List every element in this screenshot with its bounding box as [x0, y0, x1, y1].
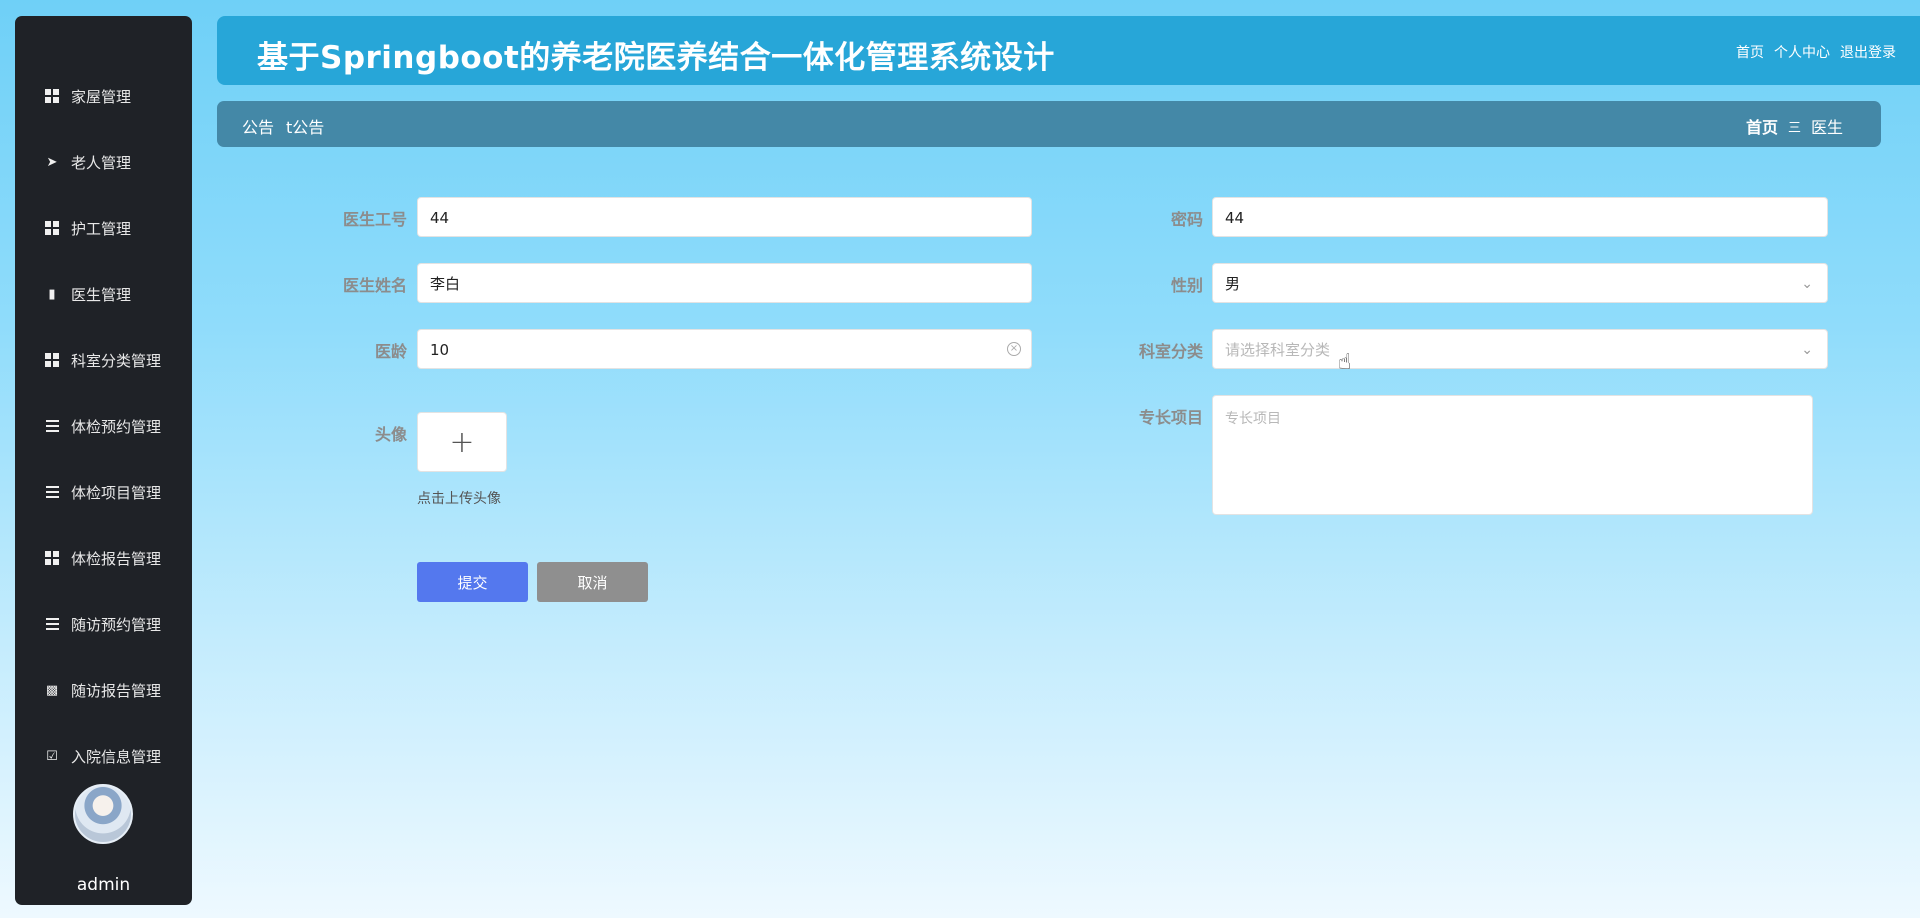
- grid-icon: [45, 89, 59, 103]
- department-select[interactable]: 请选择科室分类 ⌄: [1212, 329, 1828, 369]
- header: 基于Springboot的养老院医养结合一体化管理系统设计 首页 个人中心 退出…: [217, 16, 1920, 85]
- experience-label: 医龄: [374, 342, 407, 361]
- department-placeholder: 请选择科室分类: [1225, 341, 1331, 359]
- department-label: 科室分类: [1138, 342, 1203, 361]
- monitor-icon: ▩: [45, 682, 59, 698]
- upload-tip: 点击上传头像: [417, 491, 501, 507]
- specialty-textarea[interactable]: 专长项目: [1212, 395, 1813, 515]
- sidebar-item-label: 入院信息管理: [71, 747, 162, 766]
- sidebar-item-label: 体检报告管理: [71, 549, 162, 568]
- header-links: 首页 个人中心 退出登录: [1736, 42, 1896, 62]
- sidebar-item-label: 随访预约管理: [71, 615, 162, 634]
- notice: 公告 t公告: [242, 114, 336, 138]
- sidebar: 家屋管理 ➤ 老人管理 护工管理 ▮ 医生管理 科室分类管理 体检预约管理 体检…: [15, 16, 192, 905]
- sidebar-item-department[interactable]: 科室分类管理: [15, 327, 192, 393]
- doctor-id-input[interactable]: 44: [417, 197, 1032, 237]
- sidebar-item-label: 家屋管理: [71, 87, 132, 106]
- sidebar-item-label: 医生管理: [71, 285, 132, 304]
- breadcrumb-separator: 三: [1787, 120, 1801, 136]
- avatar-label: 头像: [374, 425, 407, 444]
- sidebar-item-followup-booking[interactable]: 随访预约管理: [15, 591, 192, 657]
- avatar[interactable]: [73, 784, 133, 844]
- breadcrumb: 首页 三 医生: [1746, 114, 1843, 138]
- hand-cursor-icon: ☝: [1338, 350, 1352, 375]
- sidebar-item-admission[interactable]: ☑ 入院信息管理: [15, 723, 192, 789]
- sidebar-item-checkup-items[interactable]: 体检项目管理: [15, 459, 192, 525]
- password-input[interactable]: 44: [1212, 197, 1828, 237]
- sidebar-item-label: 体检预约管理: [71, 417, 162, 436]
- notice-label: 公告: [242, 118, 275, 137]
- list-icon: [45, 485, 59, 499]
- gender-value: 男: [1225, 275, 1241, 293]
- specialty-label: 专长项目: [1138, 408, 1203, 427]
- clipboard-icon: ☑: [46, 748, 58, 764]
- sidebar-item-family[interactable]: 家屋管理: [15, 63, 192, 129]
- chevron-down-icon: ⌄: [1801, 342, 1813, 358]
- sidebar-item-label: 体检项目管理: [71, 483, 162, 502]
- breadcrumb-current: 医生: [1810, 118, 1843, 137]
- plus-icon: +: [449, 424, 475, 460]
- chevron-down-icon: ⌄: [1801, 276, 1813, 292]
- experience-input[interactable]: 10 ×: [417, 329, 1032, 369]
- password-label: 密码: [1170, 210, 1203, 229]
- sidebar-item-label: 老人管理: [71, 153, 132, 172]
- submit-button[interactable]: 提交: [417, 562, 528, 602]
- sliders-icon: [45, 419, 59, 433]
- page-title: 基于Springboot的养老院医养结合一体化管理系统设计: [257, 40, 1055, 76]
- sidebar-menu: 家屋管理 ➤ 老人管理 护工管理 ▮ 医生管理 科室分类管理 体检预约管理 体检…: [15, 16, 192, 789]
- clear-icon[interactable]: ×: [1007, 342, 1021, 356]
- sidebar-item-label: 随访报告管理: [71, 681, 162, 700]
- sidebar-item-caregiver[interactable]: 护工管理: [15, 195, 192, 261]
- sidebar-item-checkup-booking[interactable]: 体检预约管理: [15, 393, 192, 459]
- gender-label: 性别: [1170, 276, 1203, 295]
- sidebar-item-checkup-report[interactable]: 体检报告管理: [15, 525, 192, 591]
- doctor-id-value: 44: [430, 209, 450, 227]
- sidebar-item-doctor[interactable]: ▮ 医生管理: [15, 261, 192, 327]
- brush-icon: ▮: [48, 286, 56, 302]
- profile-link[interactable]: 个人中心: [1774, 42, 1830, 62]
- sidebar-item-followup-report[interactable]: ▩ 随访报告管理: [15, 657, 192, 723]
- grid-icon: [45, 353, 59, 367]
- sidebar-item-label: 科室分类管理: [71, 351, 162, 370]
- experience-value: 10: [430, 341, 450, 359]
- notice-text: t公告: [286, 118, 325, 137]
- gender-select[interactable]: 男 ⌄: [1212, 263, 1828, 303]
- doctor-id-label: 医生工号: [342, 210, 407, 229]
- home-link[interactable]: 首页: [1736, 42, 1764, 62]
- send-icon: ➤: [46, 154, 58, 170]
- doctor-name-label: 医生姓名: [342, 276, 407, 295]
- doctor-name-value: 李白: [430, 275, 461, 293]
- cancel-button[interactable]: 取消: [537, 562, 648, 602]
- notice-bar: 公告 t公告 首页 三 医生: [217, 101, 1881, 147]
- sidebar-item-label: 护工管理: [71, 219, 132, 238]
- doctor-name-input[interactable]: 李白: [417, 263, 1032, 303]
- list-icon: [45, 617, 59, 631]
- grid-icon: [45, 551, 59, 565]
- breadcrumb-home[interactable]: 首页: [1746, 114, 1778, 138]
- username: admin: [76, 875, 131, 895]
- logout-link[interactable]: 退出登录: [1840, 42, 1896, 62]
- grid-icon: [45, 221, 59, 235]
- specialty-placeholder: 专长项目: [1225, 411, 1281, 427]
- password-value: 44: [1225, 209, 1245, 227]
- avatar-upload-button[interactable]: +: [417, 412, 507, 472]
- sidebar-item-elderly[interactable]: ➤ 老人管理: [15, 129, 192, 195]
